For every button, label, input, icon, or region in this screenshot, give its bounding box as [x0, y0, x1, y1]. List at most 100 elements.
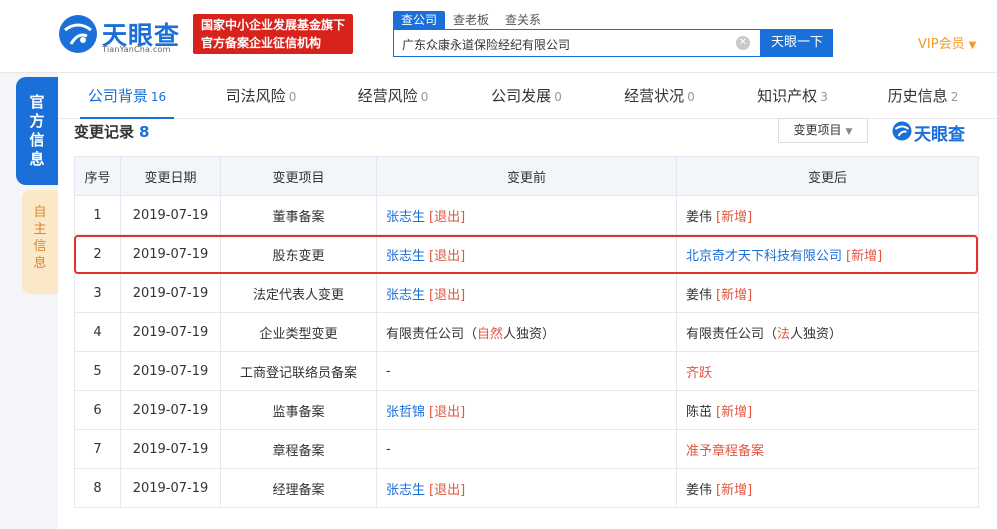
search-button[interactable]: 天眼一下 — [761, 29, 833, 57]
search-input-value: 广东众康永道保险经纪有限公司 — [402, 38, 571, 52]
section-title: 变更记录 8 — [74, 121, 149, 142]
table-row: 3 2019-07-19 法定代表人变更 张志生 [退出] 姜伟 [新增] — [74, 273, 979, 313]
cell-no: 2 — [74, 234, 121, 274]
side-tab-char: 主 — [33, 222, 47, 237]
side-tab-official-info[interactable]: 官 方 信 息 — [16, 77, 58, 185]
cell-date: 2019-07-19 — [120, 195, 221, 235]
table-row: 4 2019-07-19 企业类型变更 有限责任公司（自然人独资） 有限责任公司（法人独… — [74, 312, 979, 352]
tianyancha-logo[interactable]: 天眼查 TianYanCha.com — [58, 14, 188, 58]
gov-badge-line2: 官方备案企业征信机构 — [201, 36, 322, 50]
tianyancha-logo-icon — [59, 15, 97, 53]
side-tab-char: 信 — [29, 131, 45, 149]
col-header-no: 序号 — [74, 156, 121, 196]
table-row: 6 2019-07-19 监事备案 张哲锦 [退出] 陈茁 [新增] — [74, 390, 979, 430]
cell-no: 6 — [74, 390, 121, 430]
tab-company-development[interactable]: 公司发展 0 — [460, 73, 593, 119]
top-header: 天眼查 TianYanCha.com 国家中小企业发展基金旗下 官方备案企业征信… — [0, 0, 997, 73]
entity-link[interactable]: 张志生 — [386, 249, 425, 264]
side-tab-char: 官 — [29, 93, 45, 111]
cell-text: 有限责任公司（ — [686, 326, 778, 342]
cell-text: 陈茁 — [686, 404, 713, 420]
tab-history-info[interactable]: 历史信息 2 — [859, 73, 987, 119]
tab-label: 经营风险 — [357, 87, 418, 105]
change-item-filter-dropdown[interactable]: 变更项目 ▼ — [778, 118, 868, 143]
tab-label: 经营状况 — [624, 87, 685, 105]
cell-text: 人独资） — [503, 326, 556, 342]
chevron-down-icon: ▼ — [968, 40, 977, 51]
entity-link[interactable]: 张志生 — [386, 210, 425, 225]
search-tab-relation[interactable]: 查关系 — [497, 11, 549, 29]
tab-company-background[interactable]: 公司背景 16 — [58, 73, 196, 119]
entity-link[interactable]: 张志生 — [386, 288, 425, 303]
tab-operation-risk[interactable]: 经营风险 0 — [326, 73, 460, 119]
changed-text: 准予章程备案 — [686, 443, 765, 459]
cell-before: - — [376, 351, 677, 391]
entity-link[interactable]: 张哲锦 — [386, 405, 425, 420]
tab-count: 0 — [554, 90, 562, 104]
cell-item: 法定代表人变更 — [220, 273, 377, 313]
entity-link[interactable]: 北京奇才天下科技有限公司 — [686, 249, 842, 264]
tab-judicial-risk[interactable]: 司法风险 0 — [196, 73, 326, 119]
cell-before: 张志生 [退出] — [376, 468, 677, 508]
change-status-tag: [新增] — [716, 482, 753, 498]
tab-label: 公司发展 — [491, 87, 552, 105]
table-row: 2 2019-07-19 股东变更 张志生 [退出] 北京奇才天下科技有限公司 [新增] — [74, 234, 979, 274]
tab-count: 0 — [687, 90, 695, 104]
section-title-text: 变更记录 — [74, 123, 135, 141]
cell-no: 3 — [74, 273, 121, 313]
entity-link[interactable]: 张志生 — [386, 483, 425, 498]
tab-business-status[interactable]: 经营状况 0 — [593, 73, 726, 119]
cell-before: - — [376, 429, 677, 469]
cell-after: 姜伟 [新增] — [676, 273, 979, 313]
col-header-item: 变更项目 — [220, 156, 377, 196]
side-tab-self-info[interactable]: 自 主 信 息 — [22, 190, 58, 294]
logo-subtext: TianYanCha.com — [102, 45, 171, 54]
cell-after: 准予章程备案 — [676, 429, 979, 469]
cell-before: 张志生 [退出] — [376, 273, 677, 313]
side-tab-char: 方 — [29, 112, 45, 130]
tab-label: 司法风险 — [225, 87, 286, 105]
dropdown-caret-icon: ▼ — [845, 127, 853, 137]
col-header-before: 变更前 — [376, 156, 677, 196]
table-row: 8 2019-07-19 经理备案 张志生 [退出] 姜伟 [新增] — [74, 468, 979, 508]
table-row: 7 2019-07-19 章程备案 - 准予章程备案 — [74, 429, 979, 469]
cell-date: 2019-07-19 — [120, 429, 221, 469]
col-header-after: 变更后 — [676, 156, 979, 196]
cell-before: 张志生 [退出] — [376, 195, 677, 235]
tab-label: 知识产权 — [757, 87, 818, 105]
category-nav: 公司背景 16 司法风险 0 经营风险 0 公司发展 0 经营状况 0 知识产权 3 历史信… — [58, 73, 997, 119]
changed-text: 法 — [777, 326, 791, 342]
search-tab-boss[interactable]: 查老板 — [445, 11, 497, 29]
vip-menu[interactable]: VIP会员 ▼ — [918, 33, 976, 52]
cell-text: 姜伟 — [686, 209, 713, 225]
change-records-table: 序号 变更日期 变更项目 变更前 变更后 1 2019-07-19 董事备案 张志生[… — [74, 156, 979, 508]
change-status-tag: [退出] — [429, 404, 466, 420]
cell-date: 2019-07-19 — [120, 468, 221, 508]
tianyancha-logo-icon — [892, 121, 912, 141]
cell-no: 4 — [74, 312, 121, 352]
cell-no: 7 — [74, 429, 121, 469]
tab-intellectual-property[interactable]: 知识产权 3 — [726, 73, 859, 119]
search-input[interactable]: 广东众康永道保险经纪有限公司 ✕ — [393, 29, 761, 57]
cell-text: 人独资） — [790, 326, 843, 342]
tianyancha-watermark: 天眼查 — [892, 120, 976, 145]
section-count: 8 — [139, 123, 150, 141]
cell-date: 2019-07-19 — [120, 273, 221, 313]
cell-text: - — [386, 363, 391, 379]
search-type-tabs: 查公司 查老板 查关系 — [393, 11, 549, 29]
search-tab-company[interactable]: 查公司 — [393, 11, 446, 29]
cell-date: 2019-07-19 — [120, 312, 221, 352]
side-tab-char: 信 — [33, 239, 47, 254]
cell-text: 姜伟 — [686, 482, 713, 498]
cell-item: 股东变更 — [220, 234, 377, 274]
cell-item: 监事备案 — [220, 390, 377, 430]
cell-after: 齐跃 — [676, 351, 979, 391]
change-status-tag: [新增] — [716, 404, 753, 420]
change-status-tag: [新增] — [846, 248, 883, 264]
cell-date: 2019-07-19 — [120, 234, 221, 274]
cell-after: 姜伟 [新增] — [676, 468, 979, 508]
tab-label: 公司背景 — [87, 87, 148, 105]
tab-count: 0 — [288, 90, 297, 104]
cell-before: 有限责任公司（自然人独资） — [376, 312, 677, 352]
clear-search-icon[interactable]: ✕ — [736, 36, 750, 50]
